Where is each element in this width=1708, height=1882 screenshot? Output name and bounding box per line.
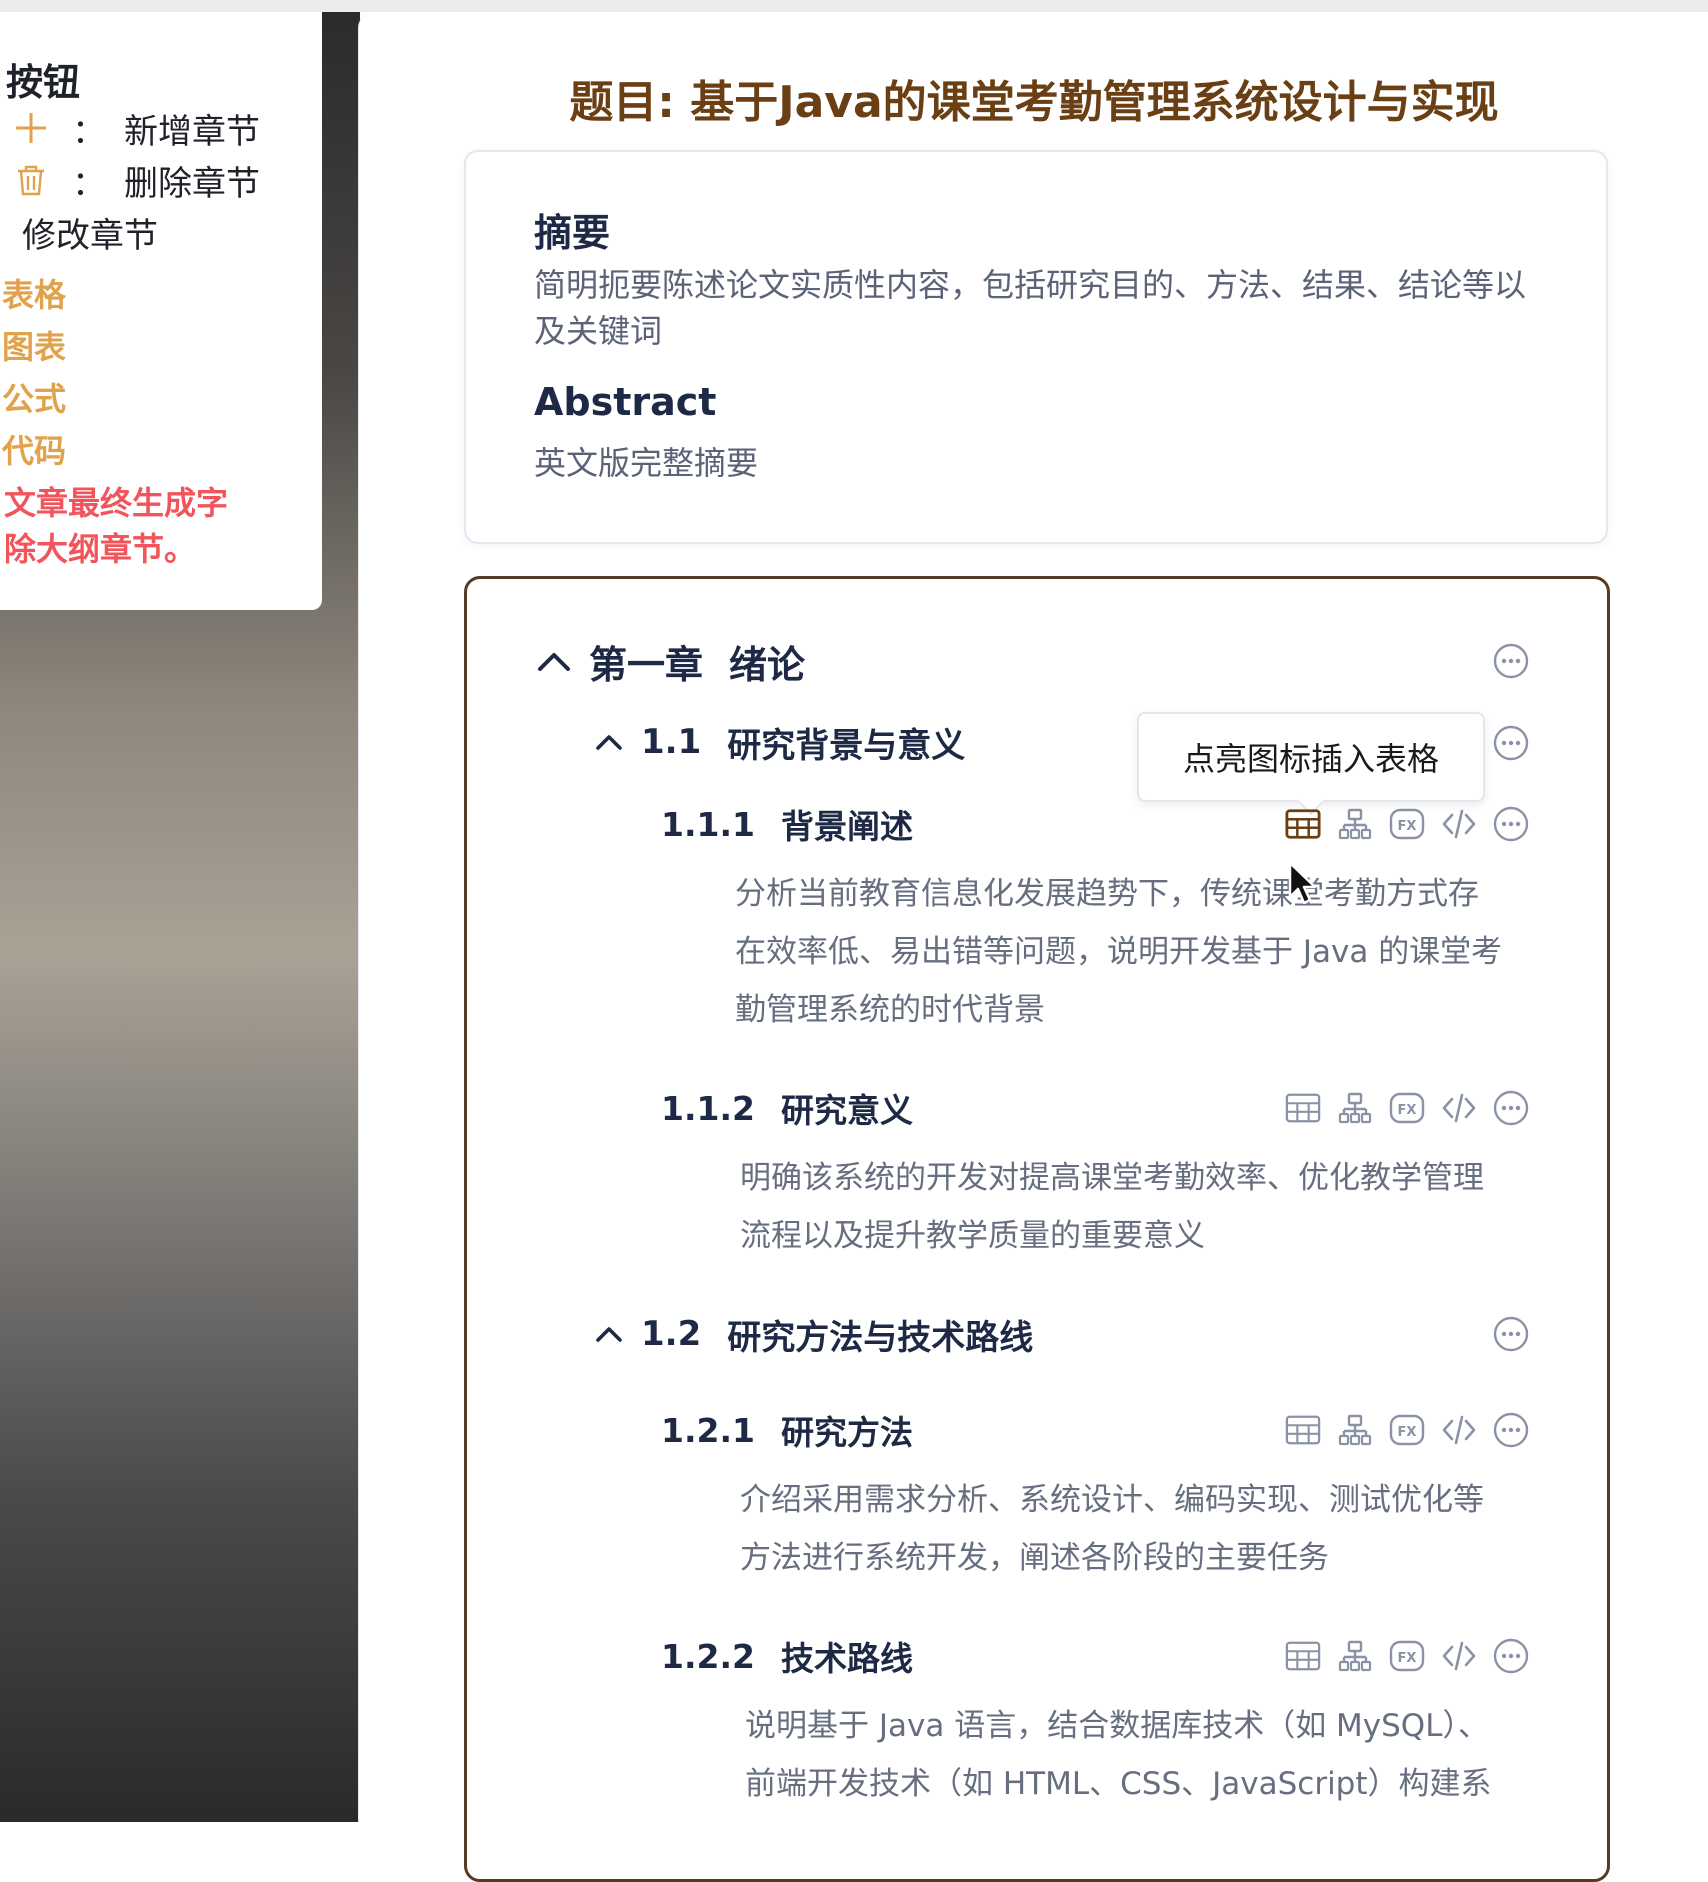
- insert-table-tooltip: 点亮图标插入表格: [1137, 712, 1485, 802]
- legend-panel: 按钮 ： 新增章节 ： 删除章节 修改章节 表格 图表 公式 代码 文章最终生成…: [0, 12, 322, 610]
- subsection-toolbar-1-2-1: FX: [1285, 1412, 1529, 1448]
- plus-icon: [10, 111, 52, 145]
- more-options-icon[interactable]: [1493, 643, 1529, 679]
- code-icon[interactable]: [1441, 806, 1477, 842]
- legend-row-delete: ： 删除章节: [10, 156, 260, 204]
- subsection-title: 研究意义: [780, 1091, 913, 1130]
- abstract-en-heading: Abstract: [534, 380, 717, 424]
- subsection-title: 技术路线: [780, 1639, 913, 1678]
- svg-text:FX: FX: [1398, 1425, 1417, 1440]
- chevron-up-icon[interactable]: [537, 650, 571, 672]
- chart-icon[interactable]: [1337, 1638, 1373, 1674]
- abstract-en-text: 英文版完整摘要: [534, 444, 759, 482]
- page-title: 题目: 基于Java的课堂考勤管理系统设计与实现: [569, 77, 1499, 128]
- subsection-description: 分析当前教育信息化发展趋势下，传统课堂考勤方式存在效率低、易出错等问题，说明开发…: [735, 876, 1503, 1028]
- legend-note-line1: 文章最终生成字: [4, 484, 229, 522]
- subsection-description: 明确该系统的开发对提高课堂考勤效率、优化教学管理流程以及提升教学质量的重要意义: [740, 1160, 1484, 1254]
- subsection-description: 说明基于 Java 语言，结合数据库技术（如 MySQL）、前端开发技术（如 H…: [745, 1708, 1492, 1802]
- legend-item-table: 表格: [2, 276, 67, 314]
- more-options-icon[interactable]: [1493, 725, 1529, 761]
- subsection-number: 1.1.2: [661, 1088, 755, 1128]
- section-header-1-1[interactable]: 1.1 研究背景与意义: [595, 717, 965, 767]
- window-top-bar: [0, 0, 1708, 12]
- subsection-number: 1.2.1: [661, 1410, 755, 1450]
- more-options-icon[interactable]: [1493, 806, 1529, 842]
- trash-icon: [10, 163, 52, 197]
- svg-text:FX: FX: [1398, 819, 1417, 834]
- subsection-header-1-2-2[interactable]: 1.2.2 技术路线: [661, 1631, 913, 1681]
- section-toolbar-1-2: [1493, 1316, 1529, 1352]
- subsection-header-1-1-2[interactable]: 1.1.2 研究意义: [661, 1083, 913, 1133]
- legend-label-edit: 修改章节: [22, 215, 158, 256]
- legend-label-add: 新增章节: [124, 111, 260, 152]
- chapter-number: 第一章: [589, 642, 704, 687]
- table-icon[interactable]: [1285, 1638, 1321, 1674]
- abstract-card: 摘要 简明扼要陈述论文实质性内容，包括研究目的、方法、结果、结论等以及关键词 A…: [464, 150, 1608, 544]
- subsection-toolbar-1-1-2: FX: [1285, 1090, 1529, 1126]
- abstract-cn-heading: 摘要: [534, 211, 611, 255]
- svg-text:FX: FX: [1398, 1103, 1417, 1118]
- subsection-description: 介绍采用需求分析、系统设计、编码实现、测试优化等方法进行系统开发，阐述各阶段的主…: [740, 1482, 1484, 1576]
- section-toolbar-1-1: [1493, 725, 1529, 761]
- section-title: 研究方法与技术路线: [727, 1317, 1034, 1358]
- more-options-icon[interactable]: [1493, 1316, 1529, 1352]
- legend-label-delete: 删除章节: [124, 163, 260, 204]
- chevron-up-icon[interactable]: [595, 733, 623, 751]
- formula-icon[interactable]: FX: [1389, 1638, 1425, 1674]
- more-options-icon[interactable]: [1493, 1090, 1529, 1126]
- section-title: 研究背景与意义: [727, 725, 966, 766]
- code-icon[interactable]: [1441, 1412, 1477, 1448]
- section-number: 1.2: [641, 1314, 702, 1354]
- legend-title: 按钮: [6, 61, 80, 104]
- subsection-number: 1.1.1: [661, 804, 755, 844]
- subsection-toolbar-1-1-1: FX: [1285, 806, 1529, 842]
- subsection-header-1-2-1[interactable]: 1.2.1 研究方法: [661, 1405, 913, 1455]
- subsection-toolbar-1-2-2: FX: [1285, 1638, 1529, 1674]
- chart-icon[interactable]: [1337, 1412, 1373, 1448]
- chevron-up-icon[interactable]: [595, 1325, 623, 1343]
- mouse-cursor-icon: [1288, 861, 1318, 911]
- legend-item-code: 代码: [2, 432, 67, 470]
- legend-item-formula: 公式: [2, 380, 67, 418]
- legend-row-add: ： 新增章节: [10, 104, 260, 152]
- subsection-number: 1.2.2: [661, 1636, 755, 1676]
- chapter-toolbar: [1493, 643, 1529, 679]
- subsection-title: 研究方法: [780, 1413, 913, 1452]
- chapter-title: 绪论: [729, 642, 806, 687]
- chapter-card: 第一章 绪论 1.1 研究背景与意义 点亮图标插入表格 1.1.1 背景阐述 F…: [464, 576, 1610, 1882]
- svg-text:FX: FX: [1398, 1651, 1417, 1666]
- chapter-header[interactable]: 第一章 绪论: [537, 631, 805, 691]
- table-icon[interactable]: [1285, 1412, 1321, 1448]
- subsection-title: 背景阐述: [780, 807, 913, 846]
- subsection-header-1-1-1[interactable]: 1.1.1 背景阐述: [661, 799, 913, 849]
- table-icon[interactable]: [1285, 806, 1321, 842]
- legend-row-edit: 修改章节: [22, 208, 158, 256]
- more-options-icon[interactable]: [1493, 1412, 1529, 1448]
- formula-icon[interactable]: FX: [1389, 1090, 1425, 1126]
- formula-icon[interactable]: FX: [1389, 806, 1425, 842]
- legend-item-chart: 图表: [2, 328, 67, 366]
- formula-icon[interactable]: FX: [1389, 1412, 1425, 1448]
- section-number: 1.1: [641, 722, 702, 762]
- legend-note-line2: 除大纲章节。: [4, 530, 197, 568]
- code-icon[interactable]: [1441, 1638, 1477, 1674]
- code-icon[interactable]: [1441, 1090, 1477, 1126]
- table-icon[interactable]: [1285, 1090, 1321, 1126]
- abstract-cn-text: 简明扼要陈述论文实质性内容，包括研究目的、方法、结果、结论等以及关键词: [534, 266, 1527, 350]
- more-options-icon[interactable]: [1493, 1638, 1529, 1674]
- section-header-1-2[interactable]: 1.2 研究方法与技术路线: [595, 1309, 1033, 1359]
- outline-editor: 题目: 基于Java的课堂考勤管理系统设计与实现 摘要 简明扼要陈述论文实质性内…: [358, 12, 1708, 1882]
- chart-icon[interactable]: [1337, 806, 1373, 842]
- chart-icon[interactable]: [1337, 1090, 1373, 1126]
